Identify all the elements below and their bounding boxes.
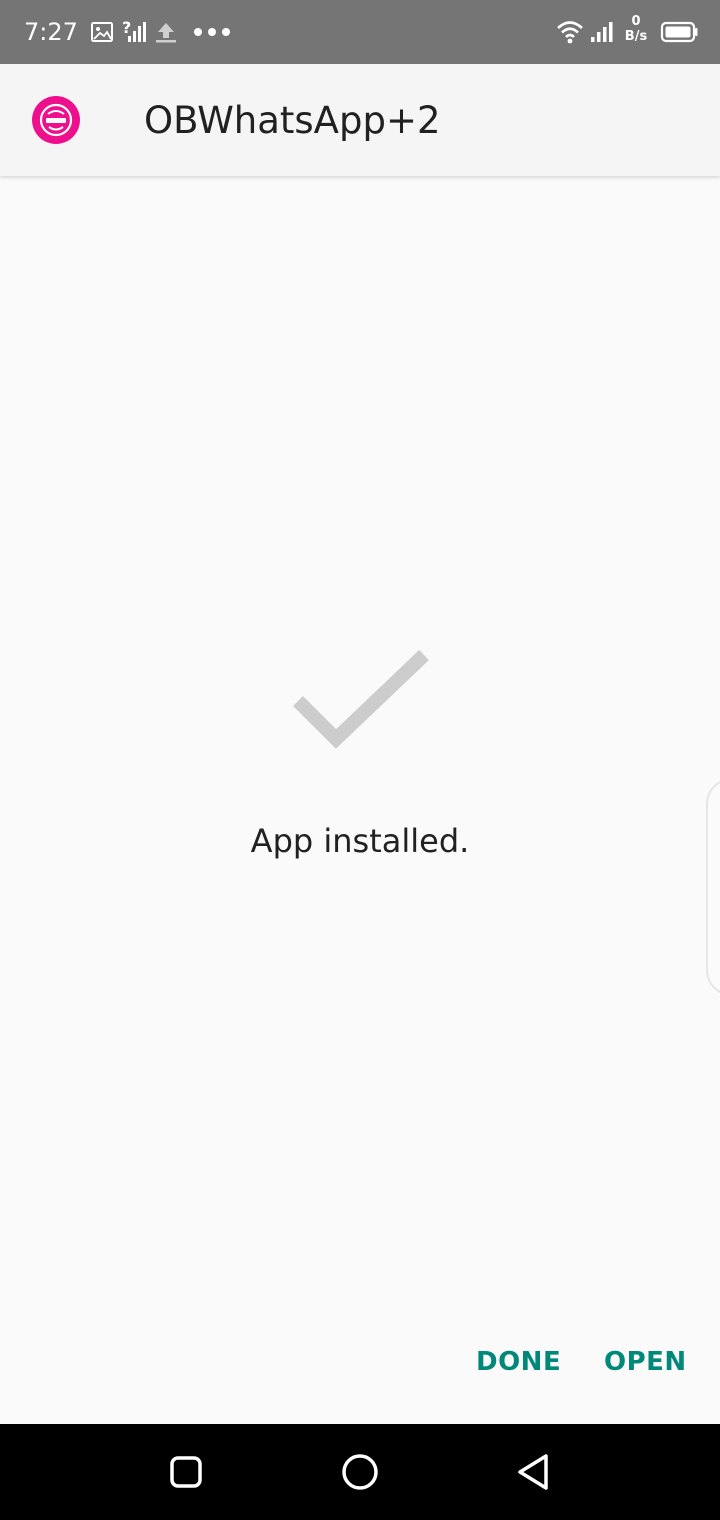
app-header: OBWhatsApp+2 [0, 64, 720, 176]
battery-icon [660, 21, 698, 43]
status-bar: 7:27 ? 0 B/s [0, 0, 720, 64]
install-status-message: App installed. [250, 822, 470, 860]
network-speed-value: 0 [631, 14, 641, 29]
back-icon[interactable] [510, 1448, 558, 1496]
open-button[interactable]: OPEN [604, 1338, 687, 1386]
wifi-icon [557, 21, 583, 44]
app-title: OBWhatsApp+2 [144, 99, 441, 142]
status-time: 7:27 [24, 18, 78, 46]
more-dots-icon [194, 28, 230, 36]
done-button[interactable]: DONE [476, 1338, 561, 1386]
signal-icon [591, 22, 613, 42]
app-logo-icon [39, 103, 73, 137]
recents-icon[interactable] [162, 1448, 210, 1496]
edge-panel-handle[interactable] [706, 778, 720, 996]
svg-text:?: ? [122, 18, 131, 37]
navigation-bar [0, 1424, 720, 1520]
upload-icon [156, 23, 176, 43]
app-icon [32, 96, 80, 144]
home-icon[interactable] [336, 1448, 384, 1496]
checkmark-icon [293, 649, 429, 749]
network-speed: 0 B/s [622, 14, 650, 44]
screen: 7:27 ? 0 B/s OBWhatsApp+2 App installed.… [0, 0, 720, 1520]
image-icon [91, 22, 113, 42]
signal-unknown-icon: ? [122, 18, 146, 42]
network-speed-unit: B/s [624, 29, 648, 44]
